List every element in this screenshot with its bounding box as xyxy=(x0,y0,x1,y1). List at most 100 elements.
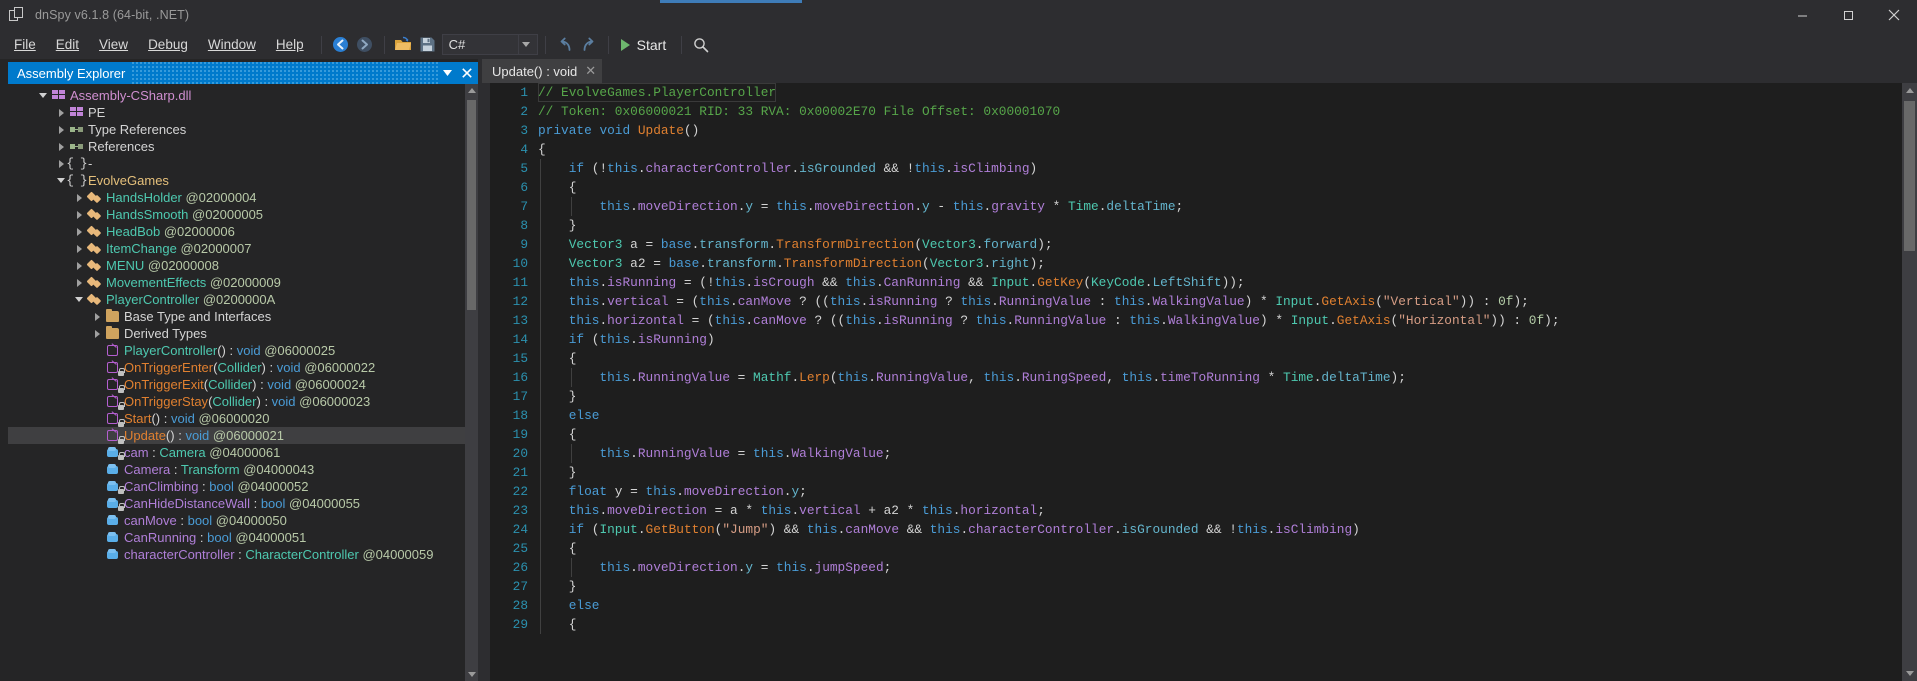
code-line[interactable]: 25 { xyxy=(490,539,1917,558)
code-line[interactable]: 18 else xyxy=(490,406,1917,425)
scroll-up-arrow[interactable] xyxy=(465,84,478,97)
chevron-right-icon[interactable] xyxy=(72,227,86,236)
menu-item-file[interactable]: File xyxy=(4,33,46,57)
assembly-tree-scrollbar[interactable] xyxy=(465,84,478,681)
code-line[interactable]: 22 float y = this.moveDirection.y; xyxy=(490,482,1917,501)
tree-node[interactable]: References xyxy=(8,138,465,155)
code-line[interactable]: 9 Vector3 a = base.transform.TransformDi… xyxy=(490,235,1917,254)
tree-node[interactable]: Base Type and Interfaces xyxy=(8,308,465,325)
code-line[interactable]: 19 { xyxy=(490,425,1917,444)
code-line[interactable]: 13 this.horizontal = (this.canMove ? ((t… xyxy=(490,311,1917,330)
tree-node[interactable]: Type References xyxy=(8,121,465,138)
open-folder-button[interactable] xyxy=(392,33,416,57)
code-line[interactable]: 20 this.RunningValue = this.WalkingValue… xyxy=(490,444,1917,463)
chevron-right-icon[interactable] xyxy=(54,142,68,151)
tree-node[interactable]: HandsHolder @02000004 xyxy=(8,189,465,206)
code-line[interactable]: 16 this.RunningValue = Mathf.Lerp(this.R… xyxy=(490,368,1917,387)
scroll-up-arrow[interactable] xyxy=(1902,83,1917,98)
chevron-right-icon[interactable] xyxy=(90,329,104,338)
tree-node[interactable]: PlayerController() : void @06000025 xyxy=(8,342,465,359)
tree-node[interactable]: HandsSmooth @02000005 xyxy=(8,206,465,223)
tree-node[interactable]: CanClimbing : bool @04000052 xyxy=(8,478,465,495)
code-line[interactable]: 21 } xyxy=(490,463,1917,482)
chevron-right-icon[interactable] xyxy=(72,278,86,287)
tree-node[interactable]: OnTriggerExit(Collider) : void @06000024 xyxy=(8,376,465,393)
code-line[interactable]: 3 private void Update() xyxy=(490,121,1917,140)
maximize-button[interactable] xyxy=(1825,0,1871,30)
close-icon[interactable] xyxy=(456,62,478,84)
tree-node[interactable]: characterController : CharacterControlle… xyxy=(8,546,465,563)
window-controls[interactable] xyxy=(1779,0,1917,30)
code-line[interactable]: 11 this.isRunning = (!this.isCrough && t… xyxy=(490,273,1917,292)
chevron-right-icon[interactable] xyxy=(72,193,86,202)
code-line[interactable]: 8 } xyxy=(490,216,1917,235)
tree-node[interactable]: Camera : Transform @04000043 xyxy=(8,461,465,478)
tree-node[interactable]: CanHideDistanceWall : bool @04000055 xyxy=(8,495,465,512)
redo-button[interactable] xyxy=(577,33,601,57)
tree-node[interactable]: Update() : void @06000021 xyxy=(8,427,465,444)
code-line[interactable]: 6 { xyxy=(490,178,1917,197)
start-debug-button[interactable]: Start xyxy=(616,34,675,56)
language-combo[interactable]: C# xyxy=(441,34,538,55)
minimize-button[interactable] xyxy=(1779,0,1825,30)
tree-node[interactable]: Start() : void @06000020 xyxy=(8,410,465,427)
tree-node[interactable]: PlayerController @0200000A xyxy=(8,291,465,308)
code-editor[interactable]: 1 // EvolveGames.PlayerController 2 // Toke… xyxy=(478,83,1917,681)
tree-node[interactable]: MovementEffects @02000009 xyxy=(8,274,465,291)
code-line[interactable]: 7 this.moveDirection.y = this.moveDirect… xyxy=(490,197,1917,216)
menu-item-help[interactable]: Help xyxy=(266,33,314,57)
panel-drag-grip[interactable] xyxy=(131,62,438,84)
code-line[interactable]: 14 if (this.isRunning) xyxy=(490,330,1917,349)
assembly-tree[interactable]: Assembly-CSharp.dll PE Type References Refe… xyxy=(8,84,465,681)
close-icon[interactable]: ✕ xyxy=(585,63,596,79)
menu-item-view[interactable]: View xyxy=(89,33,138,57)
tree-node[interactable]: CanRunning : bool @04000051 xyxy=(8,529,465,546)
tree-node[interactable]: cam : Camera @04000061 xyxy=(8,444,465,461)
code-line[interactable]: 29 { xyxy=(490,615,1917,634)
scroll-down-arrow[interactable] xyxy=(465,668,478,681)
assembly-explorer-header[interactable]: Assembly Explorer xyxy=(8,62,478,84)
code-line[interactable]: 10 Vector3 a2 = base.transform.Transform… xyxy=(490,254,1917,273)
tree-node[interactable]: ItemChange @02000007 xyxy=(8,240,465,257)
tree-node[interactable]: MENU @02000008 xyxy=(8,257,465,274)
tree-node[interactable]: canMove : bool @04000050 xyxy=(8,512,465,529)
chevron-right-icon[interactable] xyxy=(54,108,68,117)
save-button[interactable] xyxy=(416,33,440,57)
tree-node[interactable]: OnTriggerEnter(Collider) : void @0600002… xyxy=(8,359,465,376)
code-line[interactable]: 1 // EvolveGames.PlayerController xyxy=(490,83,1917,102)
menu-item-debug[interactable]: Debug xyxy=(138,33,198,57)
chevron-down-icon[interactable] xyxy=(438,62,456,84)
chevron-right-icon[interactable] xyxy=(72,261,86,270)
tree-node[interactable]: Assembly-CSharp.dll xyxy=(8,87,465,104)
code-line[interactable]: 5 if (!this.characterController.isGround… xyxy=(490,159,1917,178)
code-line[interactable]: 4{ xyxy=(490,140,1917,159)
code-line[interactable]: 15 { xyxy=(490,349,1917,368)
menu-item-edit[interactable]: Edit xyxy=(46,33,89,57)
chevron-right-icon[interactable] xyxy=(72,244,86,253)
code-line[interactable]: 23 this.moveDirection = a * this.vertica… xyxy=(490,501,1917,520)
search-button[interactable] xyxy=(689,33,713,57)
code-line[interactable]: 17 } xyxy=(490,387,1917,406)
editor-scrollbar[interactable] xyxy=(1902,83,1917,681)
tab-update-method[interactable]: Update() : void ✕ xyxy=(482,59,603,83)
code-line[interactable]: 26 this.moveDirection.y = this.jumpSpeed… xyxy=(490,558,1917,577)
tree-node[interactable]: PE xyxy=(8,104,465,121)
code-line[interactable]: 12 this.vertical = (this.canMove ? ((thi… xyxy=(490,292,1917,311)
tree-node[interactable]: OnTriggerStay(Collider) : void @06000023 xyxy=(8,393,465,410)
chevron-right-icon[interactable] xyxy=(90,312,104,321)
chevron-right-icon[interactable] xyxy=(54,125,68,134)
scroll-down-arrow[interactable] xyxy=(1902,666,1917,681)
chevron-down-icon[interactable] xyxy=(72,297,86,302)
code-line[interactable]: 2 // Token: 0x06000021 RID: 33 RVA: 0x000… xyxy=(490,102,1917,121)
scrollbar-thumb[interactable] xyxy=(467,100,476,310)
tree-node[interactable]: HeadBob @02000006 xyxy=(8,223,465,240)
chevron-down-icon[interactable] xyxy=(36,93,50,98)
tree-node[interactable]: { } EvolveGames xyxy=(8,172,465,189)
close-button[interactable] xyxy=(1871,0,1917,30)
undo-button[interactable] xyxy=(553,33,577,57)
editor-text-area[interactable]: 1 // EvolveGames.PlayerController 2 // Toke… xyxy=(490,83,1917,681)
code-line[interactable]: 27 } xyxy=(490,577,1917,596)
code-line[interactable]: 24 if (Input.GetButton("Jump") && this.c… xyxy=(490,520,1917,539)
chevron-down-icon[interactable] xyxy=(517,35,533,54)
tree-node[interactable]: Derived Types xyxy=(8,325,465,342)
